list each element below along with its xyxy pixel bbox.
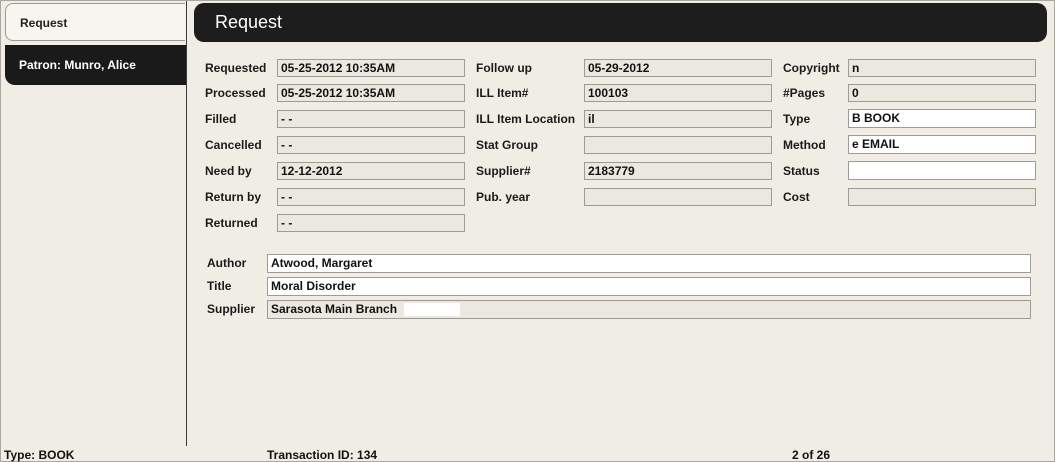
footer-transaction-id: Transaction ID: 134 xyxy=(267,448,378,462)
footer-type: Type: BOOK xyxy=(4,448,75,462)
ill-item-field[interactable]: 100103 xyxy=(584,84,772,102)
type-label: Type xyxy=(783,112,811,126)
requested-label: Requested xyxy=(205,61,267,75)
tab-request[interactable]: Request xyxy=(5,3,185,41)
returned-field[interactable]: - - xyxy=(277,214,465,232)
filled-field[interactable]: - - xyxy=(277,110,465,128)
needby-label: Need by xyxy=(205,164,252,178)
cost-label: Cost xyxy=(783,190,810,204)
author-label: Author xyxy=(207,256,247,270)
supplier-field[interactable]: Sarasota Main Branch xyxy=(267,300,1031,319)
type-field[interactable]: B BOOK xyxy=(848,109,1036,128)
pages-label: #Pages xyxy=(783,86,826,100)
returned-label: Returned xyxy=(205,216,258,230)
stat-group-label: Stat Group xyxy=(476,138,538,152)
title-field[interactable]: Moral Disorder xyxy=(267,277,1031,296)
processed-field[interactable]: 05-25-2012 10:35AM xyxy=(277,84,465,102)
filled-label: Filled xyxy=(205,112,237,126)
supplier-number-field[interactable]: 2183779 xyxy=(584,162,772,180)
pub-year-field[interactable] xyxy=(584,188,772,206)
sidebar: Request Patron: Munro, Alice xyxy=(1,1,187,446)
method-field[interactable]: e EMAIL xyxy=(848,135,1036,154)
supplier-label: Supplier xyxy=(207,302,256,316)
followup-field[interactable]: 05-29-2012 xyxy=(584,59,772,77)
returnby-field[interactable]: - - xyxy=(277,188,465,206)
copyright-field[interactable]: n xyxy=(848,59,1036,77)
requested-field[interactable]: 05-25-2012 10:35AM xyxy=(277,59,465,77)
supplier-highlight xyxy=(404,303,461,317)
method-label: Method xyxy=(783,138,826,152)
tab-patron[interactable]: Patron: Munro, Alice xyxy=(5,45,186,85)
request-window: Request Patron: Munro, Alice Request Req… xyxy=(0,0,1055,462)
pages-field[interactable]: 0 xyxy=(848,84,1036,102)
cost-field[interactable] xyxy=(848,188,1036,206)
cancelled-field[interactable]: - - xyxy=(277,136,465,154)
stat-group-field[interactable] xyxy=(584,136,772,154)
needby-field[interactable]: 12-12-2012 xyxy=(277,162,465,180)
status-label: Status xyxy=(783,164,820,178)
cancelled-label: Cancelled xyxy=(205,138,262,152)
page-title: Request xyxy=(194,3,1047,42)
status-field[interactable] xyxy=(848,161,1036,180)
footer-pager: 2 of 26 xyxy=(792,448,831,462)
processed-label: Processed xyxy=(205,86,266,100)
ill-location-field[interactable]: il xyxy=(584,110,772,128)
copyright-label: Copyright xyxy=(783,61,840,75)
ill-location-label: ILL Item Location xyxy=(476,112,576,126)
author-field[interactable]: Atwood, Margaret xyxy=(267,254,1031,273)
ill-item-label: ILL Item# xyxy=(476,86,529,100)
returnby-label: Return by xyxy=(205,190,262,204)
supplier-value: Sarasota Main Branch xyxy=(271,302,398,316)
title-label: Title xyxy=(207,279,232,293)
pub-year-label: Pub. year xyxy=(476,190,531,204)
followup-label: Follow up xyxy=(476,61,532,75)
supplier-number-label: Supplier# xyxy=(476,164,531,178)
